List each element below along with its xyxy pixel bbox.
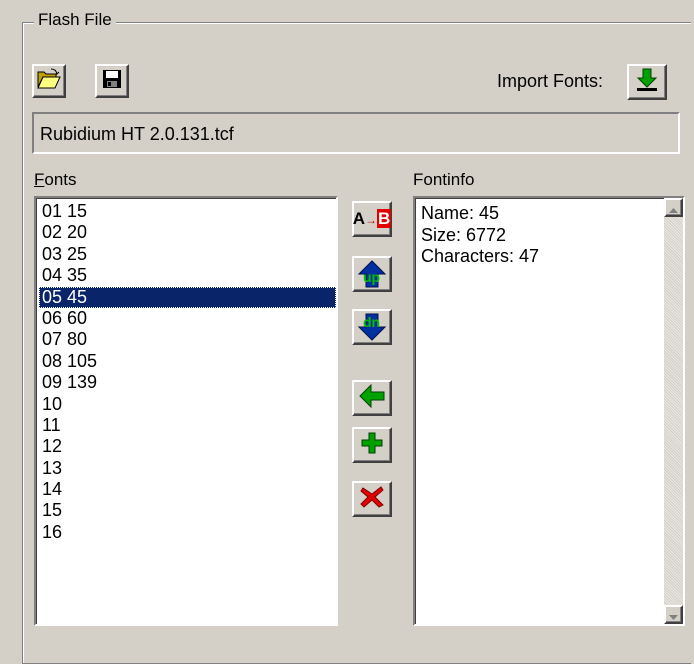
font-list-item[interactable]: 09 139 — [39, 372, 336, 393]
font-list-item[interactable]: 08 105 — [39, 351, 336, 372]
font-list-item[interactable]: 15 — [39, 500, 336, 521]
font-list-item[interactable]: 14 — [39, 479, 336, 500]
arrow-left-icon — [359, 383, 385, 413]
delete-font-button[interactable] — [352, 481, 392, 517]
font-list-item[interactable]: 04 35 — [39, 265, 336, 286]
arrow-up-icon: up — [358, 260, 386, 288]
group-title: Flash File — [34, 10, 116, 30]
font-list-item[interactable]: 10 — [39, 394, 336, 415]
red-x-icon — [360, 485, 384, 513]
download-arrow-icon — [635, 68, 659, 97]
vertical-scrollbar[interactable] — [664, 198, 683, 624]
folder-open-icon — [37, 68, 61, 95]
font-list-item[interactable]: 11 — [39, 415, 336, 436]
floppy-disk-icon — [102, 69, 122, 94]
open-file-button[interactable] — [32, 64, 66, 98]
fonts-listbox[interactable]: 01 15 02 20 03 25 04 35 05 45 06 60 07 80 08 10… — [34, 196, 338, 626]
font-list-item[interactable]: 07 80 — [39, 329, 336, 350]
font-list-item[interactable]: 13 — [39, 458, 336, 479]
arrow-down-icon: dn — [358, 313, 386, 341]
font-list-item[interactable]: 12 — [39, 436, 336, 457]
fontinfo-size: Size: 6772 — [421, 224, 507, 245]
font-list-item[interactable]: 01 15 — [39, 201, 336, 222]
scroll-up-button[interactable] — [664, 198, 683, 217]
font-list-item[interactable]: 03 25 — [39, 244, 336, 265]
fontinfo-name: Name: 45 — [421, 203, 500, 223]
triangle-up-icon — [669, 198, 678, 218]
file-name-field: Rubidium HT 2.0.131.tcf — [32, 112, 680, 154]
scroll-down-button[interactable] — [664, 605, 683, 624]
rename-a-to-b-icon: A→B — [352, 209, 392, 228]
triangle-down-icon — [669, 605, 678, 625]
fontinfo-textbox[interactable]: Name: 45 Size: 6772 Characters: 47 — [413, 196, 685, 626]
insert-font-button[interactable] — [352, 380, 392, 416]
rename-font-button[interactable]: A→B — [352, 201, 392, 237]
move-down-button[interactable]: dn — [352, 309, 392, 345]
font-list-item[interactable]: 16 — [39, 522, 336, 543]
move-up-button[interactable]: up — [352, 256, 392, 292]
font-list-item[interactable]: 06 60 — [39, 308, 336, 329]
import-fonts-button[interactable] — [627, 64, 667, 100]
font-list-item[interactable]: 02 20 — [39, 222, 336, 243]
font-list-item[interactable]: 05 45 — [39, 286, 336, 308]
fontinfo-label: Fontinfo — [413, 170, 475, 189]
save-file-button[interactable] — [95, 64, 129, 98]
fonts-label: Fonts — [34, 170, 77, 189]
plus-icon — [361, 432, 383, 459]
import-fonts-label: Import Fonts: — [497, 71, 604, 91]
fontinfo-characters: Characters: 47 — [421, 246, 540, 266]
add-font-button[interactable] — [352, 427, 392, 463]
